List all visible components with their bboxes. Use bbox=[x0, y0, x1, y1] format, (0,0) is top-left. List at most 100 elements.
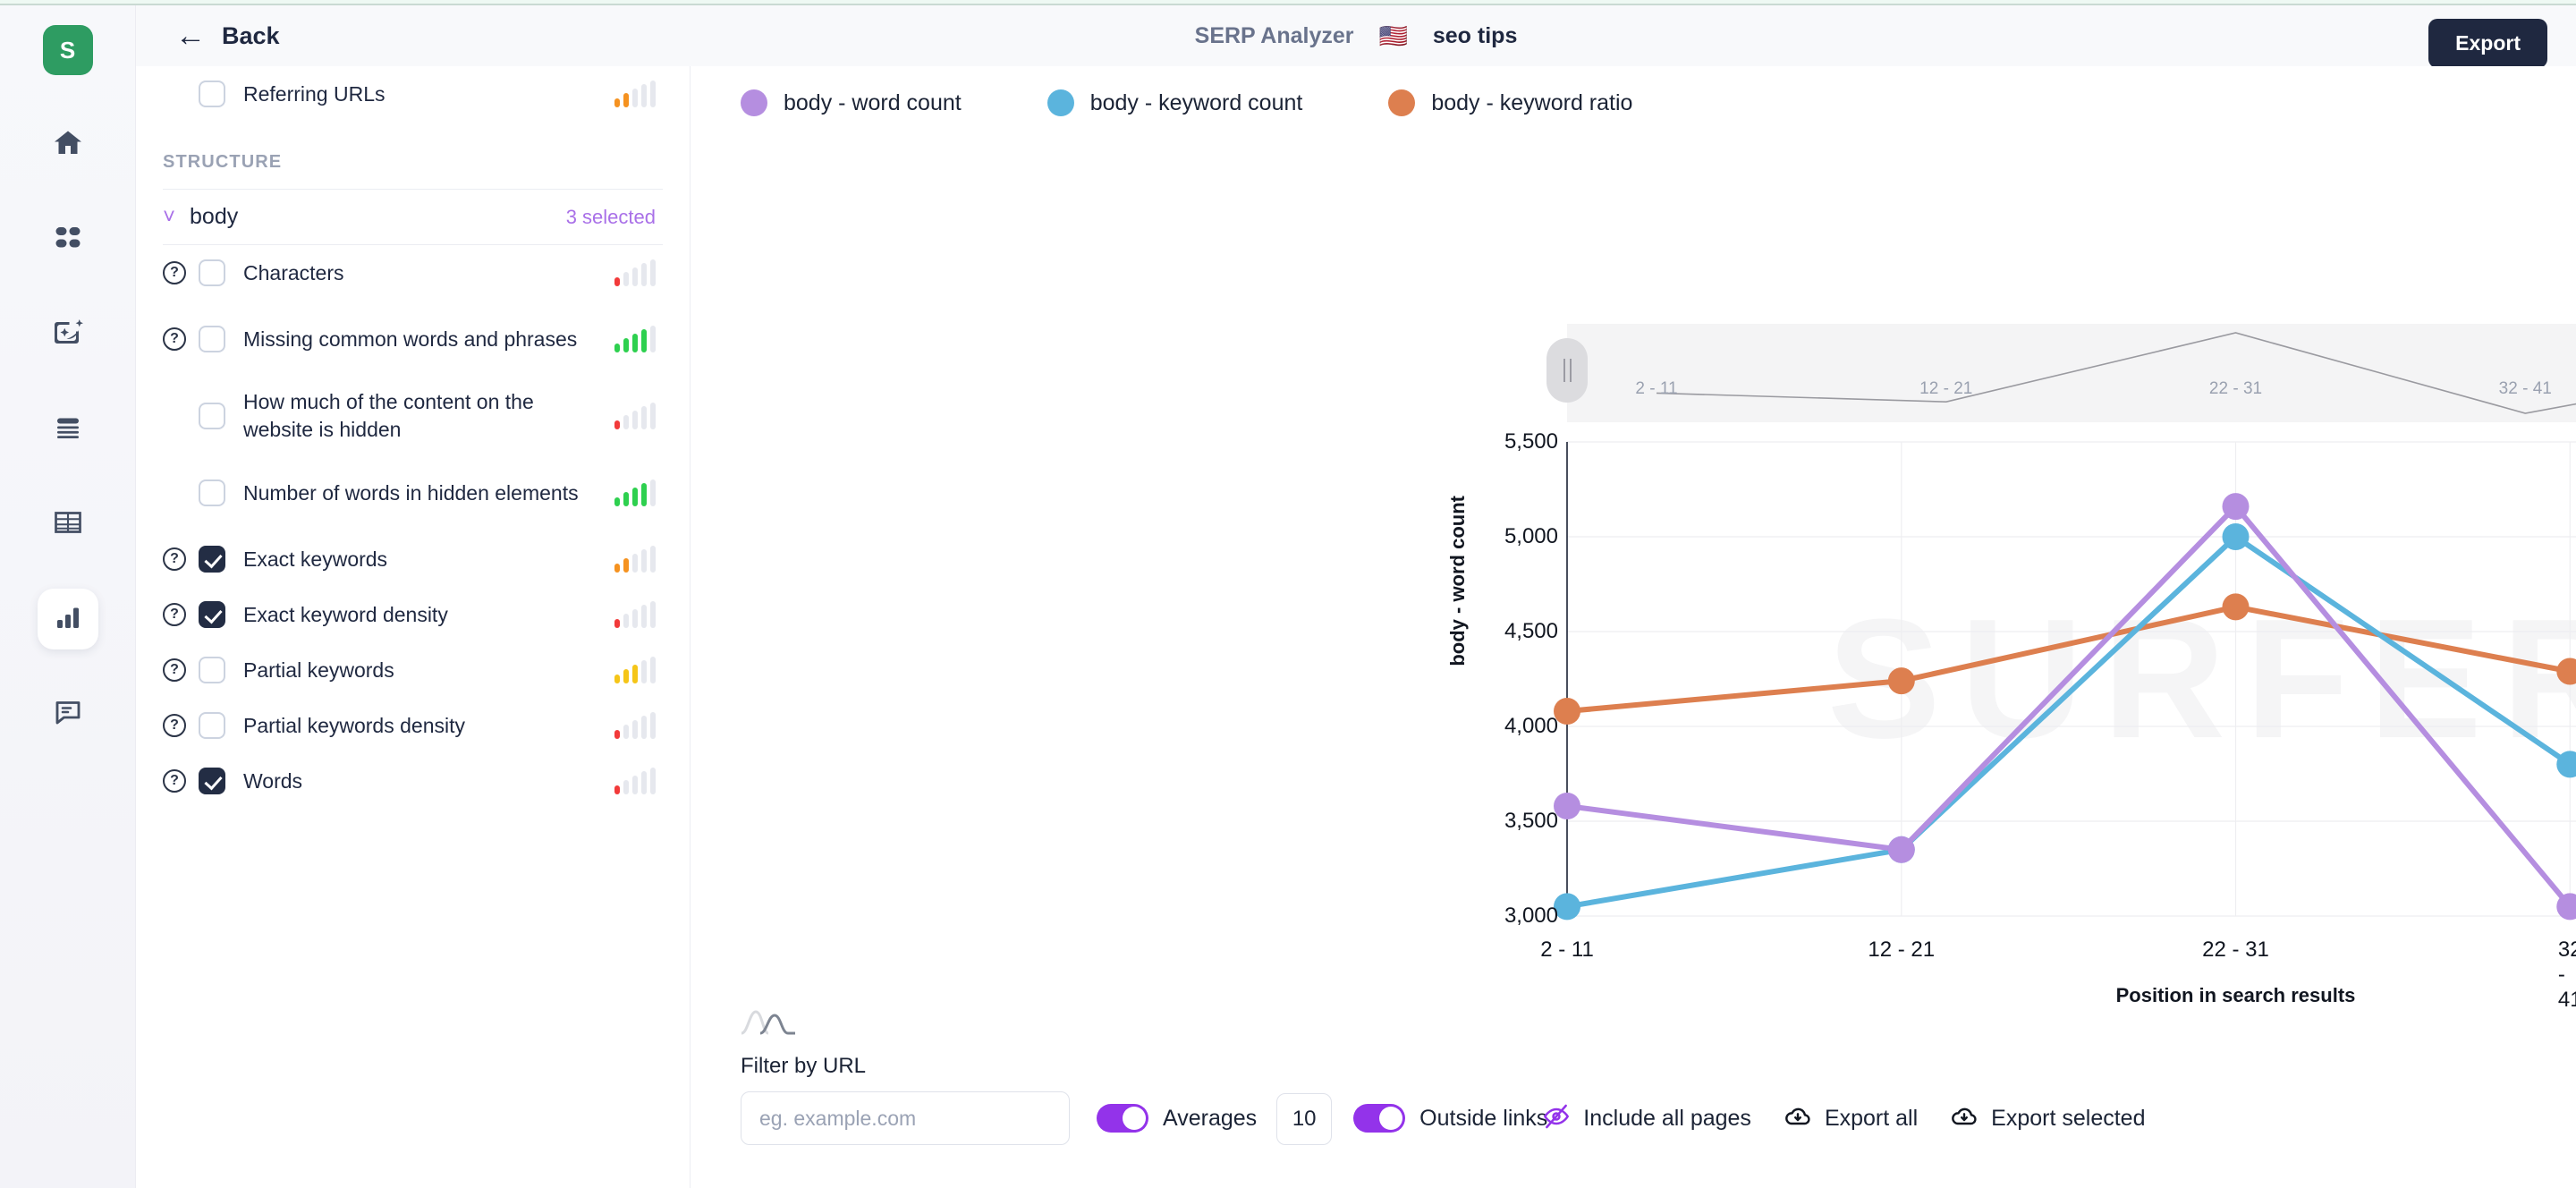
checkbox-metric[interactable] bbox=[199, 403, 225, 429]
help-icon[interactable]: ? bbox=[163, 658, 186, 682]
list-item[interactable]: Number of words in hidden elements bbox=[136, 454, 690, 531]
signal-bars bbox=[614, 601, 656, 628]
export-selected-button[interactable]: Export selected bbox=[1950, 1091, 2145, 1145]
list-item-label: How much of the content on the website i… bbox=[243, 390, 534, 441]
app-logo[interactable]: S bbox=[42, 25, 93, 75]
filter-by-url-input[interactable] bbox=[741, 1091, 1070, 1145]
line-chart bbox=[1554, 441, 2576, 921]
list-item[interactable]: ? Words bbox=[136, 753, 690, 809]
y-tick-left: 3,000 bbox=[1504, 904, 1558, 928]
x-tick-label: 2 - 11 bbox=[1540, 938, 1594, 962]
grip-line bbox=[1569, 359, 1572, 382]
y-tick-left: 3,500 bbox=[1504, 809, 1558, 833]
legend-item[interactable]: body - keyword count bbox=[1046, 89, 1303, 116]
checkbox-referring-urls[interactable] bbox=[199, 81, 225, 107]
chevron-down-icon[interactable]: ˅ bbox=[163, 206, 175, 228]
export-all-button[interactable]: Export all bbox=[1784, 1091, 1918, 1145]
averages-toggle[interactable] bbox=[1097, 1104, 1148, 1133]
outside-links-toggle[interactable] bbox=[1353, 1104, 1406, 1133]
distribution-icon[interactable] bbox=[741, 1006, 2576, 1041]
x-tick-label: 12 - 21 bbox=[1868, 938, 1936, 962]
legend-label: body - word count bbox=[784, 89, 962, 115]
back-button[interactable]: ← Back bbox=[175, 21, 280, 51]
help-icon[interactable]: ? bbox=[163, 547, 186, 571]
list-item[interactable]: ? Partial keywords bbox=[136, 642, 690, 698]
legend-item[interactable]: body - word count bbox=[741, 89, 962, 116]
checkbox-metric[interactable] bbox=[199, 479, 225, 506]
rail-item-home[interactable] bbox=[38, 115, 98, 175]
checkbox-metric[interactable] bbox=[199, 768, 225, 794]
metrics-panel: Referring URLs STRUCTURE ˅ body 3 select… bbox=[136, 66, 691, 1188]
list-item[interactable]: ? Exact keyword density bbox=[136, 587, 690, 642]
help-icon[interactable]: ? bbox=[163, 603, 186, 626]
checkbox-metric[interactable] bbox=[199, 601, 225, 628]
help-spacer bbox=[163, 404, 186, 428]
checkbox-metric[interactable] bbox=[199, 712, 225, 739]
rail-item-serp-analyzer[interactable] bbox=[37, 589, 98, 649]
checkbox-metric[interactable] bbox=[199, 259, 225, 286]
help-icon[interactable]: ? bbox=[163, 327, 186, 351]
rail-item-table[interactable] bbox=[38, 494, 98, 555]
averages-count-input[interactable]: 10 bbox=[1276, 1093, 1333, 1145]
chart-legend: body - word count body - keyword count bod… bbox=[691, 66, 2576, 116]
x-axis-title: Position in search results bbox=[2115, 984, 2356, 1006]
range-brush[interactable]: 2 - 1112 - 2122 - 3132 - 4142 - 48 bbox=[1546, 324, 2576, 422]
legend-color-dot bbox=[741, 89, 767, 116]
help-spacer bbox=[163, 82, 186, 106]
checkbox-metric[interactable] bbox=[199, 326, 225, 352]
outside-links-toggle-group[interactable]: Outside links bbox=[1353, 1091, 1547, 1145]
metric-list: ? Characters? Missing common words and phr… bbox=[136, 245, 690, 809]
averages-count-value: 10 bbox=[1292, 1107, 1317, 1131]
group-row-body[interactable]: ˅ body 3 selected bbox=[136, 190, 690, 244]
rail-item-outline[interactable] bbox=[38, 399, 98, 460]
icon-rail: S bbox=[0, 5, 136, 1188]
outside-links-label: Outside links bbox=[1419, 1105, 1548, 1131]
list-item-label: Missing common words and phrases bbox=[243, 327, 578, 351]
averages-label: Averages bbox=[1163, 1105, 1258, 1131]
home-icon bbox=[52, 127, 84, 164]
brush-handle-left[interactable] bbox=[1546, 338, 1588, 403]
bar-chart-icon bbox=[52, 601, 84, 638]
chart-controls: Filter by URL Averages 10 Outside links bbox=[691, 1006, 2576, 1145]
signal-bars-referring-urls bbox=[614, 81, 656, 107]
filter-by-url-label: Filter by URL bbox=[741, 1054, 867, 1078]
signal-bars bbox=[614, 259, 656, 286]
grid-icon bbox=[52, 222, 84, 259]
list-item-label: Exact keywords bbox=[243, 547, 388, 571]
help-icon[interactable]: ? bbox=[163, 261, 186, 284]
export-all-label: Export all bbox=[1824, 1105, 1919, 1131]
eye-off-icon bbox=[1542, 1102, 1571, 1135]
magic-wand-icon bbox=[52, 317, 84, 353]
brush-tick-label: 22 - 31 bbox=[2208, 379, 2263, 398]
list-item-label: Partial keywords density bbox=[243, 713, 465, 737]
list-item-label: Exact keyword density bbox=[243, 602, 448, 626]
export-selected-label: Export selected bbox=[1991, 1105, 2146, 1131]
list-item[interactable]: ? Exact keywords bbox=[136, 531, 690, 587]
checkbox-metric[interactable] bbox=[199, 546, 225, 573]
signal-bars bbox=[614, 712, 656, 739]
averages-toggle-group[interactable]: Averages bbox=[1097, 1091, 1257, 1145]
list-item[interactable]: How much of the content on the website i… bbox=[136, 378, 690, 454]
list-item-label: Characters bbox=[243, 260, 344, 284]
y-tick-left: 4,500 bbox=[1504, 619, 1558, 643]
signal-bars bbox=[614, 546, 656, 573]
legend-label: body - keyword count bbox=[1089, 89, 1303, 115]
export-button[interactable]: Export bbox=[2428, 19, 2547, 68]
rail-item-dashboard[interactable] bbox=[38, 209, 98, 270]
list-item[interactable]: ? Characters bbox=[136, 245, 690, 301]
include-all-pages-button[interactable]: Include all pages bbox=[1542, 1091, 1751, 1145]
section-title-structure: STRUCTURE bbox=[163, 152, 283, 172]
help-icon[interactable]: ? bbox=[163, 769, 186, 793]
list-item[interactable]: ? Partial keywords density bbox=[136, 698, 690, 753]
checkbox-metric[interactable] bbox=[199, 657, 225, 683]
rail-item-content-editor[interactable] bbox=[38, 304, 98, 365]
list-item-referring-urls[interactable]: Referring URLs bbox=[136, 66, 690, 122]
rail-item-audit[interactable] bbox=[38, 683, 98, 744]
legend-item[interactable]: body - keyword ratio bbox=[1388, 89, 1632, 116]
outline-icon bbox=[52, 412, 84, 448]
selected-count-badge: 3 selected bbox=[565, 205, 656, 228]
list-item[interactable]: ? Missing common words and phrases bbox=[136, 301, 690, 378]
include-all-pages-label: Include all pages bbox=[1583, 1105, 1751, 1131]
help-icon[interactable]: ? bbox=[163, 714, 186, 737]
y-tick-left: 5,500 bbox=[1504, 429, 1558, 454]
